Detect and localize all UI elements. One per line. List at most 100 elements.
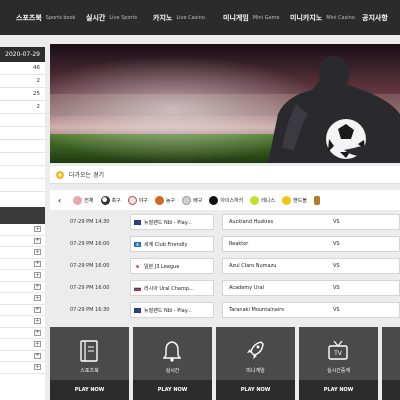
sidebar-menu-item[interactable]: + [0, 259, 45, 270]
match-league-cell[interactable]: 러시아 Ural Champ... [130, 280, 214, 296]
match-datetime: 07-29 PM 16:00 [70, 241, 110, 247]
plus-icon[interactable]: + [34, 329, 41, 336]
tab-soccer[interactable]: 축구 [100, 195, 121, 205]
flag-japan-icon [134, 263, 141, 269]
match-league-cell[interactable]: 뉴질랜드 Nbl - Play... [130, 302, 214, 318]
chevron-left-icon[interactable]: ‹ [58, 196, 61, 205]
plus-icon[interactable]: + [34, 283, 41, 290]
tile-mini-game[interactable]: 미니게임 PLAY NOW [216, 327, 295, 400]
match-row[interactable]: 07-29 PM 16:30 뉴질랜드 Nbl - Play... Tarana… [50, 301, 400, 319]
sidebar-count-row[interactable] [0, 179, 45, 192]
plus-icon[interactable]: + [34, 249, 41, 256]
nav-mini-casino[interactable]: 미니카지노 Mini Casino [290, 0, 355, 35]
plus-icon[interactable]: + [34, 226, 41, 233]
plus-icon[interactable]: + [34, 295, 41, 302]
match-row[interactable]: 07-29 PM 16:00 일본 J3 League Azul Claro N… [50, 257, 400, 275]
match-row[interactable]: 07-29 PM 16:00 세계 Club Friendly Reaktor … [50, 235, 400, 253]
sidebar-count-row[interactable] [0, 166, 45, 179]
sidebar-menu-item[interactable]: + [0, 316, 45, 328]
sidebar-menu-item[interactable]: + [0, 328, 45, 339]
sidebar-menu-item[interactable]: + [0, 224, 45, 236]
play-now-button[interactable]: PLAY NOW [299, 380, 378, 400]
match-league-label: 뉴질랜드 Nbl - Play... [144, 307, 192, 314]
top-navigation: 스포츠북 Sports book 실시간 Live Sports 카지노 Liv… [0, 0, 400, 35]
tab-basketball[interactable]: 농구 [154, 195, 176, 205]
sidebar-menu-item[interactable]: + [0, 351, 45, 362]
match-league-cell[interactable]: 일본 J3 League [130, 258, 214, 274]
tab-all[interactable]: 전체 [73, 195, 94, 205]
play-now-button[interactable]: PLAY NOW [50, 380, 129, 400]
flag-new-zealand-icon [134, 307, 141, 313]
hero-banner [50, 44, 400, 163]
match-team-label: Taranaki Mountainairs [229, 307, 284, 313]
match-team-cell[interactable]: Azul Claro Numazu VS [222, 258, 400, 274]
sidebar-count-row[interactable] [0, 140, 45, 153]
plus-icon[interactable]: + [34, 272, 41, 279]
nav-mini-game[interactable]: 미니게임 Mini Game [223, 0, 280, 35]
nav-label: 스포츠북 [16, 13, 42, 22]
baseball-icon [127, 195, 137, 205]
sidebar-count-row[interactable]: 46 [0, 62, 45, 75]
sidebar-count-row[interactable]: 25 [0, 88, 45, 101]
tile-label: 실시간 [165, 368, 180, 374]
match-row[interactable]: 07-29 PM 16:00 러시아 Ural Champ... Academy… [50, 279, 400, 297]
match-team-label: Academy Ural [229, 285, 264, 291]
tile-label: 실시간중계 [326, 368, 350, 374]
sidebar-count-row[interactable]: 2 [0, 75, 45, 88]
nav-sportsbook[interactable]: 스포츠북 Sports book [16, 0, 76, 35]
tile-partial[interactable] [382, 327, 400, 400]
sidebar-menu-item[interactable]: + [0, 247, 45, 259]
tab-label: 아이스하키 [220, 197, 244, 204]
tile-sportsbook[interactable]: 스포츠북 PLAY NOW [50, 327, 129, 400]
tile-label: 미니게임 [246, 368, 265, 374]
tab-more[interactable] [313, 195, 320, 205]
tab-label: 배구 [193, 197, 203, 204]
nav-live-sports[interactable]: 실시간 Live Sports [86, 0, 137, 35]
plus-icon[interactable]: + [34, 306, 41, 313]
play-now-button[interactable] [382, 380, 400, 400]
sidebar-count-row[interactable] [0, 114, 45, 127]
tab-label: 농구 [165, 197, 176, 204]
match-league-cell[interactable]: 뉴질랜드 Nbl - Play... [130, 214, 214, 230]
nav-label: 공지사항 [362, 13, 388, 22]
sidebar-menu-item[interactable]: + [0, 270, 45, 282]
play-now-button[interactable]: PLAY NOW [133, 380, 212, 400]
tab-volleyball[interactable]: 배구 [182, 195, 203, 205]
sidebar-count-row[interactable] [0, 127, 45, 140]
sidebar-count-row[interactable]: 2 [0, 101, 45, 114]
tab-tennis[interactable]: 테니스 [250, 195, 275, 205]
tile-live[interactable]: 실시간 PLAY NOW [133, 327, 212, 400]
match-team-cell[interactable]: Taranaki Mountainairs VS [222, 302, 400, 318]
nav-live-casino[interactable]: 카지노 Live Casino [153, 0, 205, 35]
play-now-button[interactable]: PLAY NOW [216, 380, 295, 400]
sidebar-menu-item[interactable]: + [0, 282, 45, 293]
basketball-icon [154, 195, 164, 205]
tab-ice-hockey[interactable]: 아이스하키 [209, 195, 244, 205]
sidebar-menu-item[interactable]: + [0, 236, 45, 247]
plus-icon[interactable]: + [34, 352, 41, 359]
plus-icon[interactable]: + [34, 318, 41, 325]
sidebar-menu-item[interactable]: + [0, 305, 45, 316]
upcoming-match-list: 07-29 PM 14:30 뉴질랜드 Nbl - Play... Auckla… [50, 211, 400, 323]
sidebar-section-header [0, 207, 45, 224]
tab-baseball[interactable]: 야구 [127, 195, 148, 205]
tab-label: 야구 [138, 197, 148, 204]
tile-live-broadcast[interactable]: TV 실시간중계 PLAY NOW [299, 327, 378, 400]
sidebar-menu-item[interactable]: + [0, 339, 45, 351]
plus-icon[interactable]: + [34, 260, 41, 267]
flag-new-zealand-icon [134, 219, 141, 225]
match-league-cell[interactable]: 세계 Club Friendly [130, 236, 214, 252]
sidebar-count-row[interactable] [0, 153, 45, 166]
tab-handball[interactable]: 핸드볼 [282, 195, 307, 205]
match-team-cell[interactable]: Reaktor VS [222, 236, 400, 252]
tab-label: 전체 [84, 197, 94, 204]
plus-icon[interactable]: + [34, 341, 41, 348]
sidebar-menu-item[interactable]: + [0, 293, 45, 305]
nav-notice[interactable]: 공지사항 [362, 0, 388, 35]
plus-icon[interactable]: + [34, 237, 41, 244]
match-row[interactable]: 07-29 PM 14:30 뉴질랜드 Nbl - Play... Auckla… [50, 213, 400, 231]
sidebar-menu-item[interactable]: + [0, 362, 45, 374]
plus-icon[interactable]: + [34, 364, 41, 371]
match-team-cell[interactable]: Auckland Huskies VS [222, 214, 400, 230]
match-team-cell[interactable]: Academy Ural VS [222, 280, 400, 296]
